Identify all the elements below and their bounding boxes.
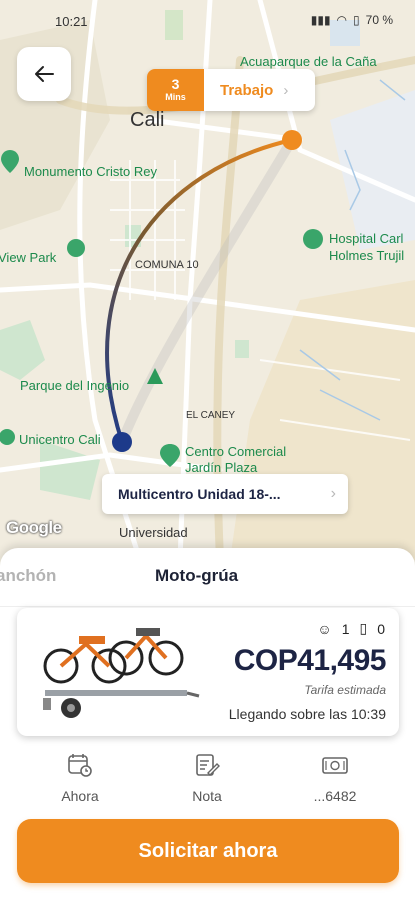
payment-label: ...6482 — [313, 788, 357, 804]
map-label-hospital-1: Hospital Carl — [329, 231, 404, 246]
origin-chip[interactable]: Multicentro Unidad 18-... › — [102, 474, 348, 514]
map-label-parque: Parque del Ingenio — [20, 378, 130, 393]
note-edit-icon — [196, 754, 220, 776]
tow-trailer-image — [31, 616, 201, 728]
eta-minutes: 3 — [171, 76, 180, 92]
trip-options: Ahora Nota ...6482 — [0, 752, 415, 812]
chevron-right-icon: › — [330, 485, 336, 502]
fare-estimate-label: Tarifa estimada — [304, 683, 386, 697]
destination-chip[interactable]: 3 Mins Trabajo › — [147, 69, 315, 111]
request-now-label: Solicitar ahora — [138, 839, 278, 862]
payment-button[interactable]: ...6482 — [290, 752, 380, 804]
schedule-button[interactable]: Ahora — [35, 752, 125, 804]
map-label-cc-1: Centro Comercial — [185, 444, 287, 459]
google-logo: Google — [6, 518, 62, 537]
bottom-sheet: anchón Moto-grúa ☺ 1 ▯ 0 COP41,495 Tarif… — [0, 548, 415, 900]
vehicle-option-card[interactable]: ☺ 1 ▯ 0 COP41,495 Tarifa estimada Llegan… — [17, 608, 399, 736]
luggage-count: 0 — [377, 620, 385, 637]
tab-previous[interactable]: anchón — [0, 566, 56, 586]
schedule-label: Ahora — [61, 788, 99, 804]
destination-marker — [282, 130, 302, 150]
map-label-el-caney: EL CANEY — [186, 410, 236, 421]
wifi-icon: ◠ — [336, 13, 348, 27]
chevron-right-icon: › — [283, 81, 289, 99]
destination-label: Trabajo — [220, 81, 274, 99]
passenger-count: 1 — [341, 620, 350, 637]
origin-label: Multicentro Unidad 18-... — [118, 486, 281, 502]
fare-price: COP41,495 — [233, 644, 387, 677]
vehicle-tabs: anchón Moto-grúa — [0, 566, 415, 590]
calendar-clock-icon — [68, 754, 92, 777]
map-label-comuna: COMUNA 10 — [135, 259, 199, 271]
battery-level: 70 % — [365, 13, 393, 27]
passenger-icon: ☺ — [317, 620, 332, 637]
origin-marker — [112, 432, 132, 452]
map-label-city: Cali — [130, 109, 165, 131]
tab-moto-grua[interactable]: Moto-grúa — [155, 566, 238, 586]
status-icons: ▮▮▮ ◠ ▯ 70 % — [311, 13, 393, 27]
map-label-acuaparque: Acuaparque de la Caña — [240, 54, 377, 69]
battery-icon: ▯ — [353, 13, 360, 27]
eta-badge: 3 Mins — [147, 69, 204, 111]
arrow-left-icon — [35, 66, 54, 82]
map-label-view-park: View Park — [0, 250, 57, 265]
status-time: 10:21 — [55, 14, 88, 29]
map-label-unicentro: Unicentro Cali — [19, 432, 101, 447]
note-label: Nota — [192, 788, 222, 804]
request-now-button[interactable]: Solicitar ahora — [17, 819, 399, 883]
arrival-time: Llegando sobre las 10:39 — [228, 706, 386, 722]
eta-unit: Mins — [165, 92, 186, 102]
status-bar: 10:21 ▮▮▮ ◠ ▯ 70 % — [0, 0, 415, 40]
map-view[interactable]: 10:21 ▮▮▮ ◠ ▯ 70 % Cali Acuaparque de la… — [0, 0, 415, 560]
back-button[interactable] — [17, 47, 71, 101]
luggage-icon: ▯ — [359, 620, 368, 636]
capacity-info: ☺ 1 ▯ 0 — [317, 620, 385, 637]
map-label-universidad: Universidad — [119, 525, 188, 540]
map-label-cc-2: Jardín Plaza — [185, 460, 258, 475]
cash-icon — [322, 757, 348, 774]
map-label-hospital-2: Holmes Trujil — [329, 248, 405, 263]
signal-icon: ▮▮▮ — [310, 13, 331, 27]
divider — [0, 606, 415, 607]
map-label-monumento: Monumento Cristo Rey — [24, 164, 157, 179]
note-button[interactable]: Nota — [162, 752, 252, 804]
